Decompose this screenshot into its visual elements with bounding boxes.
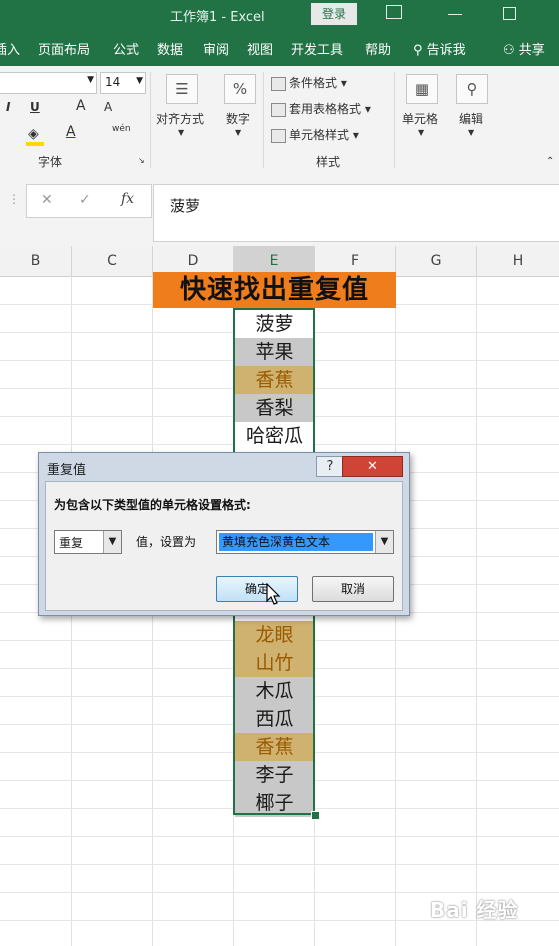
tab-formulas[interactable]: 公式	[113, 39, 139, 58]
conditional-format-button[interactable]: 条件格式 ▾	[271, 74, 347, 91]
cells-icon[interactable]: ▦	[406, 74, 438, 104]
tab-developer[interactable]: 开发工具	[291, 39, 343, 58]
insert-function-icon[interactable]: fx	[121, 191, 134, 207]
chevron-down-icon[interactable]: ▼	[103, 531, 121, 553]
enter-icon[interactable]: ✓	[79, 192, 91, 208]
window-title: 工作簿1 - Excel	[170, 10, 265, 25]
fill-color-icon[interactable]: ◈	[28, 126, 39, 142]
column-header-c[interactable]: C	[72, 246, 153, 277]
format-as-table-label: 套用表格格式	[289, 102, 362, 116]
ribbon: ▼ 14 ▼ I U A A ◈ A wén 字体 ↘ ☰ 对齐方式 ▼ % 数…	[0, 66, 559, 175]
chevron-down-icon: ▼	[235, 128, 242, 137]
grid-row-line	[0, 836, 559, 837]
cell-styles-icon	[271, 128, 286, 143]
tab-help[interactable]: 帮助	[365, 39, 391, 58]
grid-column-line	[476, 276, 477, 946]
group-divider	[263, 72, 264, 168]
number-label[interactable]: 数字	[226, 110, 250, 127]
column-header-g[interactable]: G	[396, 246, 477, 277]
dialog-launcher-icon[interactable]: ↘	[138, 156, 145, 165]
share-button[interactable]: ⚇ 共享	[503, 39, 545, 58]
minimize-icon[interactable]	[448, 14, 462, 15]
chevron-down-icon: ▼	[468, 128, 475, 137]
format-label: 值，设置为	[136, 535, 197, 549]
login-button[interactable]: 登录	[311, 3, 357, 25]
chevron-down-icon: ▼	[178, 128, 185, 137]
grid-row-line	[0, 892, 559, 893]
chevron-down-icon: ▼	[87, 75, 94, 85]
formula-content: 菠萝	[170, 197, 201, 215]
grid-row-line	[0, 864, 559, 865]
chevron-down-icon: ▼	[418, 128, 425, 137]
mouse-cursor-icon	[266, 583, 281, 605]
font-name-dropdown[interactable]: ▼	[0, 72, 97, 94]
close-button[interactable]: ✕	[342, 456, 403, 477]
tell-me-label: 告诉我	[426, 43, 466, 58]
formula-input[interactable]: 菠萝	[153, 184, 559, 242]
ribbon-display-icon[interactable]	[386, 5, 402, 19]
font-color-button[interactable]: A	[66, 124, 76, 140]
formula-bar: ⋮ ✕ ✓ fx 菠萝	[0, 174, 559, 246]
conditional-format-label: 条件格式	[289, 76, 338, 90]
chevron-down-icon: ▼	[136, 76, 143, 86]
format-select-value: 黄填充色深黄色文本	[219, 533, 373, 551]
collapse-ribbon-icon[interactable]: ⌃	[546, 156, 554, 167]
baidu-watermark-logo: Bai 经验	[430, 898, 519, 922]
font-group-label: 字体	[38, 155, 63, 169]
tab-insert[interactable]: 插入	[0, 39, 20, 58]
shrink-font-button[interactable]: A	[104, 100, 112, 114]
table-format-icon	[271, 102, 286, 117]
tab-data[interactable]: 数据	[157, 39, 183, 58]
tab-page-layout[interactable]: 页面布局	[38, 39, 90, 58]
cancel-icon[interactable]: ✕	[41, 192, 53, 208]
duplicate-values-dialog: 重复值 ? ✕ 为包含以下类型值的单元格设置格式: 重复 ▼ 值，设置为 黄填充…	[38, 452, 410, 616]
person-icon: ⚇	[503, 43, 515, 58]
italic-button[interactable]: I	[6, 100, 10, 114]
fill-color-swatch	[26, 142, 44, 146]
tell-me-search[interactable]: ⚲ 告诉我	[413, 39, 466, 58]
underline-button[interactable]: U	[30, 100, 40, 114]
ok-button[interactable]: 确定	[216, 576, 298, 602]
grow-font-button[interactable]: A	[76, 98, 86, 114]
name-box-divider: ⋮	[8, 192, 20, 206]
dialog-title: 重复值	[47, 463, 87, 478]
alignment-icon[interactable]: ☰	[166, 74, 198, 104]
editing-label[interactable]: 编辑	[459, 110, 483, 127]
magnifier-icon[interactable]: ⚲	[456, 74, 488, 104]
maximize-icon[interactable]	[503, 7, 516, 20]
format-as-table-button[interactable]: 套用表格格式 ▾	[271, 100, 371, 117]
column-header-b[interactable]: B	[0, 246, 72, 277]
cancel-button[interactable]: 取消	[312, 576, 394, 602]
alignment-label[interactable]: 对齐方式	[156, 110, 204, 127]
value-type-value: 重复	[59, 536, 84, 550]
font-size-value: 14	[105, 75, 121, 89]
group-divider	[150, 72, 151, 168]
conditional-format-icon	[271, 76, 286, 91]
phonetic-guide-button[interactable]: wén	[112, 124, 131, 134]
formula-buttons: ✕ ✓ fx	[26, 184, 152, 218]
lightbulb-icon: ⚲	[413, 43, 423, 58]
chevron-down-icon[interactable]: ▼	[375, 531, 393, 553]
title-banner[interactable]: 快速找出重复值	[153, 272, 396, 308]
dialog-prompt: 为包含以下类型值的单元格设置格式:	[54, 498, 251, 512]
font-size-dropdown[interactable]: 14 ▼	[100, 72, 146, 94]
cell-styles-button[interactable]: 单元格样式 ▾	[271, 126, 359, 143]
value-type-select[interactable]: 重复 ▼	[54, 530, 122, 554]
column-header-h[interactable]: H	[477, 246, 559, 277]
cells-label[interactable]: 单元格	[402, 110, 438, 127]
fill-handle[interactable]	[311, 811, 320, 820]
styles-group-label: 样式	[316, 155, 341, 169]
percent-icon[interactable]: %	[224, 74, 256, 104]
dialog-body: 为包含以下类型值的单元格设置格式: 重复 ▼ 值，设置为 黄填充色深黄色文本 ▼…	[45, 481, 403, 611]
help-button[interactable]: ?	[316, 456, 344, 477]
format-select[interactable]: 黄填充色深黄色文本 ▼	[216, 530, 394, 554]
tab-view[interactable]: 视图	[247, 39, 273, 58]
group-divider	[394, 72, 395, 168]
share-label: 共享	[518, 43, 545, 58]
tab-review[interactable]: 审阅	[203, 39, 229, 58]
cell-styles-label: 单元格样式	[289, 128, 350, 142]
title-bar: 工作簿1 - Excel 登录	[0, 0, 559, 30]
ribbon-tabs: 插入 页面布局 公式 数据 审阅 视图 开发工具 帮助 ⚲ 告诉我 ⚇ 共享	[0, 30, 559, 66]
